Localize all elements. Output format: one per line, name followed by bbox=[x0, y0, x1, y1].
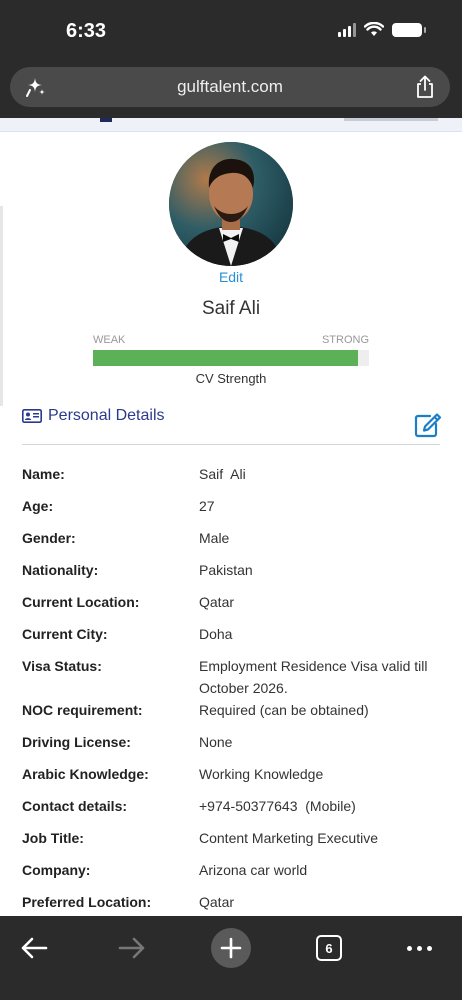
detail-label: Company: bbox=[22, 862, 91, 878]
id-card-icon bbox=[22, 409, 42, 423]
detail-label: Preferred Location: bbox=[22, 894, 152, 910]
tabs-button[interactable]: 6 bbox=[314, 926, 344, 970]
tabs-icon: 6 bbox=[316, 935, 342, 961]
detail-value: Content Marketing Executive bbox=[199, 830, 378, 846]
detail-label: Current City: bbox=[22, 626, 108, 642]
detail-label: Contact details: bbox=[22, 798, 128, 814]
cv-strength-fill bbox=[93, 350, 358, 366]
detail-label: Nationality: bbox=[22, 562, 99, 578]
url-text[interactable]: gulftalent.com bbox=[10, 77, 450, 97]
more-button[interactable] bbox=[402, 926, 436, 970]
profile-avatar[interactable] bbox=[169, 142, 293, 266]
forward-button[interactable] bbox=[112, 926, 152, 970]
detail-value: Qatar bbox=[199, 594, 235, 610]
page-content: Edit Saif Ali WEAK STRONG CV Strength Pe… bbox=[0, 118, 462, 916]
detail-value: Male bbox=[199, 530, 230, 546]
detail-label: Job Title: bbox=[22, 830, 84, 846]
detail-label: Visa Status: bbox=[22, 658, 102, 674]
browser-toolbar: 6 bbox=[0, 916, 462, 1000]
detail-label: Gender: bbox=[22, 530, 76, 546]
back-arrow-icon bbox=[21, 937, 48, 959]
edit-pencil-icon[interactable] bbox=[414, 412, 442, 438]
detail-value: Arizona car world bbox=[199, 862, 308, 878]
status-icons bbox=[338, 22, 426, 37]
personal-details-header: Personal Details bbox=[22, 407, 165, 425]
page-header-strip bbox=[0, 118, 462, 132]
detail-value: 27 bbox=[199, 498, 215, 514]
profile-photo bbox=[169, 142, 293, 266]
share-icon[interactable] bbox=[414, 75, 436, 99]
detail-label: Name: bbox=[22, 466, 65, 482]
detail-label: Current Location: bbox=[22, 594, 140, 610]
cellular-signal-icon bbox=[338, 22, 356, 37]
detail-value: Qatar bbox=[199, 894, 235, 910]
detail-value: Saif Ali bbox=[199, 466, 246, 482]
address-bar[interactable]: gulftalent.com bbox=[10, 67, 450, 107]
edit-photo-link[interactable]: Edit bbox=[0, 269, 462, 285]
battery-icon bbox=[392, 22, 426, 37]
new-tab-button[interactable] bbox=[211, 926, 251, 970]
status-bar: 6:33 bbox=[0, 0, 462, 60]
cv-strength-bar bbox=[93, 350, 369, 366]
detail-label: Age: bbox=[22, 498, 54, 514]
personal-details-title: Personal Details bbox=[48, 407, 165, 424]
detail-value: Doha bbox=[199, 626, 233, 642]
detail-label: NOC requirement: bbox=[22, 702, 143, 718]
detail-value: +974-50377643 (Mobile) bbox=[199, 798, 356, 814]
weak-label: WEAK bbox=[93, 334, 126, 346]
detail-value: None bbox=[199, 734, 233, 750]
plus-icon bbox=[220, 937, 242, 959]
more-icon bbox=[406, 945, 432, 951]
detail-value: Employment Residence Visa valid till Oct… bbox=[199, 658, 432, 696]
cv-strength-caption: CV Strength bbox=[195, 371, 267, 386]
status-time: 6:33 bbox=[66, 20, 107, 42]
detail-label: Driving License: bbox=[22, 734, 131, 750]
detail-value: Working Knowledge bbox=[199, 766, 324, 782]
detail-value: Pakistan bbox=[199, 562, 253, 578]
wifi-icon bbox=[364, 22, 384, 36]
back-button[interactable] bbox=[14, 926, 54, 970]
profile-name: Saif Ali bbox=[201, 298, 261, 319]
detail-label: Arabic Knowledge: bbox=[22, 766, 149, 782]
detail-value: Required (can be obtained) bbox=[199, 702, 369, 718]
section-divider bbox=[22, 444, 440, 445]
forward-arrow-icon bbox=[118, 937, 145, 959]
strong-label: STRONG bbox=[321, 334, 369, 346]
